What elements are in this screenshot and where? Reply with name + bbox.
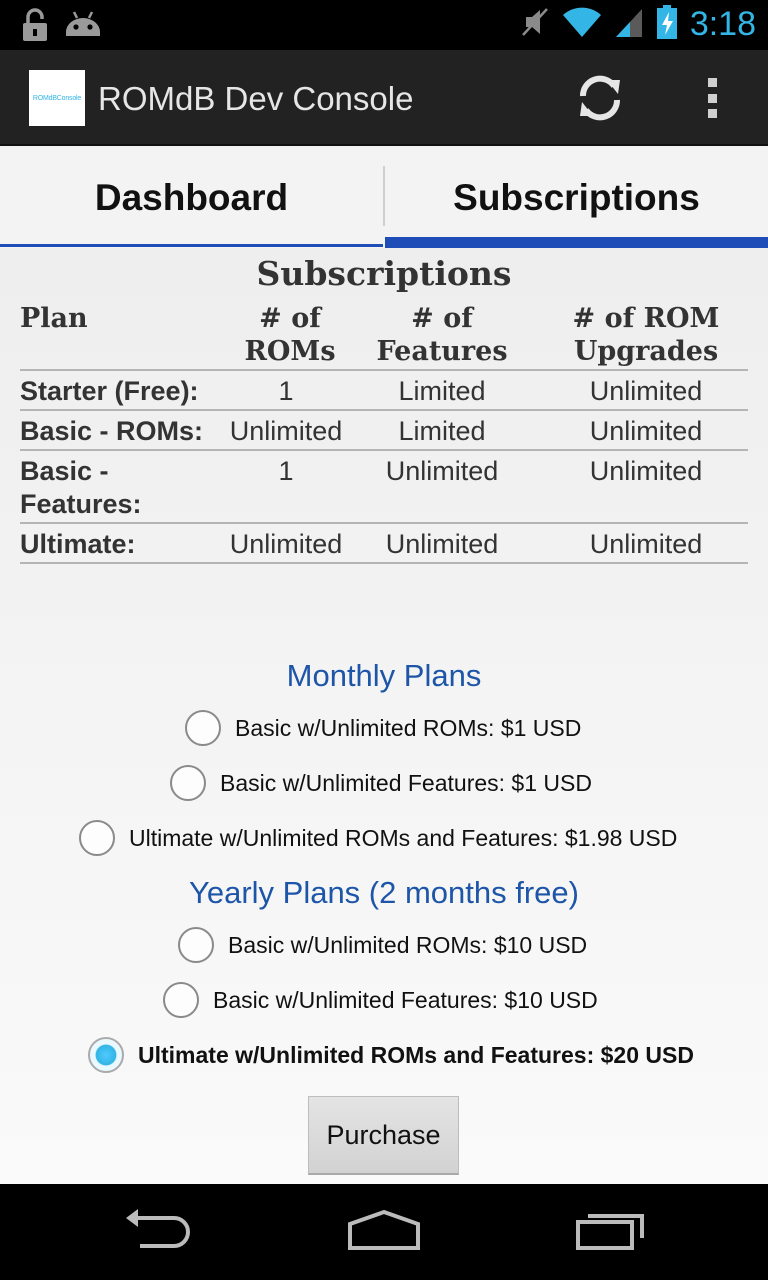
table-divider bbox=[20, 409, 748, 411]
option-label: Basic w/Unlimited ROMs: $10 USD bbox=[228, 931, 588, 958]
row-plan: Starter (Free): bbox=[20, 376, 199, 406]
row-features: Unlimited bbox=[385, 529, 499, 559]
radio-button[interactable] bbox=[163, 982, 199, 1018]
purchase-button[interactable]: Purchase bbox=[308, 1096, 459, 1175]
header-plan: Plan bbox=[20, 303, 88, 334]
tab-bar: Dashboard Subscriptions bbox=[0, 148, 768, 248]
row-upgrades: Unlimited bbox=[589, 456, 703, 486]
option-label: Basic w/Unlimited Features: $10 USD bbox=[213, 986, 598, 1013]
overflow-menu-icon[interactable] bbox=[692, 74, 732, 122]
row-upgrades: Unlimited bbox=[589, 416, 703, 446]
option-label: Basic w/Unlimited Features: $1 USD bbox=[220, 769, 592, 796]
radio-button-selected[interactable] bbox=[88, 1037, 124, 1073]
unlock-icon bbox=[20, 8, 50, 47]
radio-button[interactable] bbox=[79, 820, 115, 856]
subscriptions-title: Subscriptions bbox=[256, 254, 512, 293]
clock: 3:18 bbox=[689, 5, 756, 43]
status-bar: 3:18 bbox=[0, 0, 768, 50]
navigation-bar bbox=[0, 1184, 768, 1280]
row-upgrades: Unlimited bbox=[589, 376, 703, 406]
radio-button[interactable] bbox=[185, 710, 221, 746]
table-divider bbox=[20, 562, 748, 564]
table-divider bbox=[20, 369, 748, 371]
mute-icon bbox=[520, 5, 550, 44]
subscriptions-content: Subscriptions Plan # of ROMs # of Featur… bbox=[0, 248, 768, 1184]
header-roms: # of ROMs bbox=[244, 303, 336, 367]
monthly-option-basic-roms[interactable]: Basic w/Unlimited ROMs: $1 USD bbox=[185, 710, 581, 746]
row-features: Unlimited bbox=[385, 456, 499, 486]
row-plan: Basic - ROMs: bbox=[20, 416, 204, 446]
row-features: Limited bbox=[398, 416, 486, 446]
monthly-option-basic-features[interactable]: Basic w/Unlimited Features: $1 USD bbox=[170, 765, 592, 801]
wifi-icon bbox=[562, 5, 602, 44]
tab-subscriptions[interactable]: Subscriptions bbox=[385, 148, 768, 248]
battery-charging-icon bbox=[656, 4, 678, 45]
tab-selected-indicator bbox=[385, 237, 768, 248]
header-upgrades: # of ROM Upgrades bbox=[572, 303, 720, 367]
option-label: Ultimate w/Unlimited ROMs and Features: … bbox=[138, 1041, 694, 1068]
yearly-plans-heading: Yearly Plans (2 months free) bbox=[189, 875, 579, 910]
radio-button[interactable] bbox=[178, 927, 214, 963]
tab-dashboard[interactable]: Dashboard bbox=[0, 148, 383, 248]
row-roms: Unlimited bbox=[229, 416, 343, 446]
row-roms: 1 bbox=[278, 376, 294, 406]
row-features: Limited bbox=[398, 376, 486, 406]
table-divider bbox=[20, 522, 748, 524]
home-icon[interactable] bbox=[346, 1208, 422, 1257]
app-icon[interactable]: ROMdBConsole bbox=[29, 70, 85, 126]
table-divider bbox=[20, 449, 748, 451]
yearly-option-basic-features[interactable]: Basic w/Unlimited Features: $10 USD bbox=[163, 982, 598, 1018]
action-bar: ROMdBConsole ROMdB Dev Console bbox=[0, 50, 768, 146]
yearly-option-basic-roms[interactable]: Basic w/Unlimited ROMs: $10 USD bbox=[178, 927, 587, 963]
radio-button[interactable] bbox=[170, 765, 206, 801]
recent-apps-icon[interactable] bbox=[574, 1208, 648, 1257]
row-roms: 1 bbox=[278, 456, 294, 486]
row-plan: Basic - Features: bbox=[20, 456, 142, 519]
header-features: # of Features bbox=[376, 303, 508, 367]
row-roms: Unlimited bbox=[229, 529, 343, 559]
android-icon bbox=[64, 10, 102, 45]
monthly-option-ultimate[interactable]: Ultimate w/Unlimited ROMs and Features: … bbox=[79, 820, 677, 856]
refresh-icon[interactable] bbox=[574, 72, 626, 124]
row-upgrades: Unlimited bbox=[589, 529, 703, 559]
option-label: Basic w/Unlimited ROMs: $1 USD bbox=[235, 714, 582, 741]
yearly-option-ultimate[interactable]: Ultimate w/Unlimited ROMs and Features: … bbox=[88, 1037, 694, 1073]
app-title: ROMdB Dev Console bbox=[98, 80, 414, 117]
tab-underline bbox=[0, 244, 383, 247]
option-label: Ultimate w/Unlimited ROMs and Features: … bbox=[129, 824, 678, 851]
back-icon[interactable] bbox=[122, 1208, 196, 1257]
row-plan: Ultimate: bbox=[20, 529, 136, 559]
monthly-plans-heading: Monthly Plans bbox=[286, 658, 482, 693]
signal-icon bbox=[614, 5, 644, 44]
